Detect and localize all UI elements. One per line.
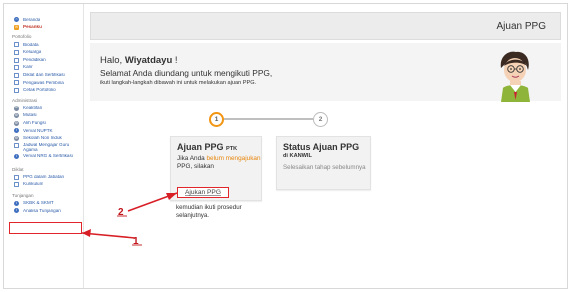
card-after-text: kemudian ikuti prosedur selanjutnya. [176,204,242,220]
sidebar-item-pengawas-pembina[interactable]: Pengawas Pembina [4,79,83,87]
document-icon [14,72,19,78]
greeting-line2: ikuti langkah-langkah dibawah ini untuk … [100,80,257,86]
info-icon: i [14,200,19,206]
sidebar-item-beranda[interactable]: ⌂ Beranda [4,16,83,24]
info-icon: i [14,208,19,214]
document-icon [14,50,19,56]
sidebar-item-label: Cetak Portofolio [23,88,56,93]
mascot-illustration [500,51,530,102]
sidebar-item-label: Beranda [23,17,41,22]
card-text-b: PPG, silakan [177,163,214,171]
sidebar-item-label: Keluarga [23,50,42,55]
highlight-box-ppg-menu [9,222,82,234]
sidebar-item-analisa-tunjangan[interactable]: i Analisa Tunjangan [4,207,83,215]
sidebar-item-kurikulum[interactable]: Kurikulum [4,181,83,189]
document-icon [14,42,19,48]
card-title: Ajuan PPG PTK [177,142,237,152]
sidebar-item-diklat-sertifikasi[interactable]: Diklat dan Sertifikasi [4,72,83,80]
greeting-suffix: ! [172,55,178,66]
document-icon [14,80,19,86]
sidebar-section-administrasi: Administrasi [12,97,38,103]
info-icon: i [14,128,19,134]
card-instructions: Jika Anda belum mengajukan PPG, silakan [177,155,261,172]
sidebar-item-keluarga[interactable]: Keluarga [4,49,83,57]
card-ajuan-ppg: Ajuan PPG PTK Jika Anda belum mengajukan… [170,136,262,201]
sidebar-item-label: Pesanku [23,25,42,30]
step-connector [224,118,313,120]
document-icon [14,182,19,188]
sidebar-item-label: Keaktifan [23,105,43,110]
home-icon: ⌂ [14,17,19,23]
sidebar-item-verval-nuptk[interactable]: i Verval NUPTK [4,127,83,135]
sidebar-item-label: Biodata [23,42,39,47]
card-title-text: Ajuan PPG [177,142,224,152]
card-title: Status Ajuan PPG [283,142,360,152]
sidebar-item-label: Diklat dan Sertifikasi [23,73,65,78]
sidebar-item-label: Pengawas Pembina [23,80,64,85]
document-icon [14,57,19,63]
card-title-tag: PTK [226,146,238,152]
sidebar-item-pendidikan[interactable]: Pendidikan [4,56,83,64]
sidebar-item-alih-fungsi[interactable]: ⚙ Alih Fungsi [4,120,83,128]
greeting-hello: Halo, Wiyatdayu ! [100,55,178,66]
card-subtitle: di KANWIL [283,153,312,159]
sidebar: ⌂ Beranda ✉ Pesanku Portofolio Biodata K… [4,4,84,288]
sidebar-item-keaktifan[interactable]: ⚙ Keaktifan [4,104,83,112]
step-2-indicator: 2 [313,112,328,127]
sidebar-item-label: Mutasi [23,113,37,118]
page-header: Ajuan PPG [90,12,561,40]
card-text-highlight: belum mengajukan [206,155,261,162]
greeting-panel: Halo, Wiyatdayu ! Selamat Anda diundang … [90,43,561,101]
sidebar-item-ppg-dalam-jabatan[interactable]: PPG dalam Jabatan [4,173,83,181]
document-icon [14,88,19,94]
sidebar-item-pesanku[interactable]: ✉ Pesanku [4,24,83,32]
page-title: Ajuan PPG [496,21,546,32]
greeting-line1: Selamat Anda diundang untuk mengikuti PP… [100,68,273,78]
sidebar-item-sekolah-non-induk[interactable]: ⚙ Sekolah Non Induk [4,135,83,143]
sidebar-item-mutasi[interactable]: ⚙ Mutasi [4,112,83,120]
document-icon [14,65,19,71]
sidebar-item-label: Karir [23,65,33,70]
gear-icon: ⚙ [14,105,19,111]
sidebar-item-label: Sekolah Non Induk [23,136,62,141]
card-status-ajuan: Status Ajuan PPG di KANWIL Selesaikan ta… [276,136,371,190]
sidebar-item-label: Pendidikan [23,57,46,62]
sidebar-item-skbk-skmt[interactable]: i SKBK & SKMT [4,200,83,208]
card-text-a: Jika Anda [177,155,207,162]
gear-icon: ⚙ [14,135,19,142]
card-status-text: Selesaikan tahap sebelumnya [283,164,366,171]
greeting-prefix: Halo, [100,55,125,66]
message-icon: ✉ [14,24,19,30]
sidebar-item-label: Jadwal Mengajar Guru Agama [23,143,70,153]
sidebar-section-tunjangan: Tunjangan [12,192,34,198]
user-name: Wiyatdayu [124,55,173,66]
sidebar-item-verval-nrg[interactable]: i Verval NRG & Sertifikasi [4,153,83,164]
sidebar-item-label: Alih Fungsi [23,121,46,126]
info-icon: i [14,154,19,160]
ajukan-ppg-link[interactable]: Ajukan PPG [185,189,221,196]
sidebar-section-diklat: Diklat [12,166,24,172]
sidebar-item-label: Kurikulum [23,182,44,187]
sidebar-item-label: Verval NUPTK [23,128,53,133]
sidebar-item-jadwal-mengajar[interactable]: Jadwal Mengajar Guru Agama [4,142,83,153]
gear-icon: ⚙ [14,112,19,119]
sidebar-item-biodata[interactable]: Biodata [4,41,83,49]
gear-icon: ⚙ [14,120,19,126]
ajukan-ppg-button[interactable]: Ajukan PPG [177,187,229,198]
step-1-indicator: 1 [209,112,224,127]
sidebar-item-label: SKBK & SKMT [23,201,54,205]
sidebar-item-label: Analisa Tunjangan [23,208,61,213]
sidebar-section-portofolio: Portofolio [12,34,32,40]
document-icon [14,143,19,149]
sidebar-item-label: PPG dalam Jabatan [23,174,65,179]
document-icon [14,174,19,180]
sidebar-item-karir[interactable]: Karir [4,64,83,72]
sidebar-item-cetak-portofolio[interactable]: Cetak Portofolio [4,87,83,95]
sidebar-item-label: Verval NRG & Sertifikasi [23,154,73,159]
